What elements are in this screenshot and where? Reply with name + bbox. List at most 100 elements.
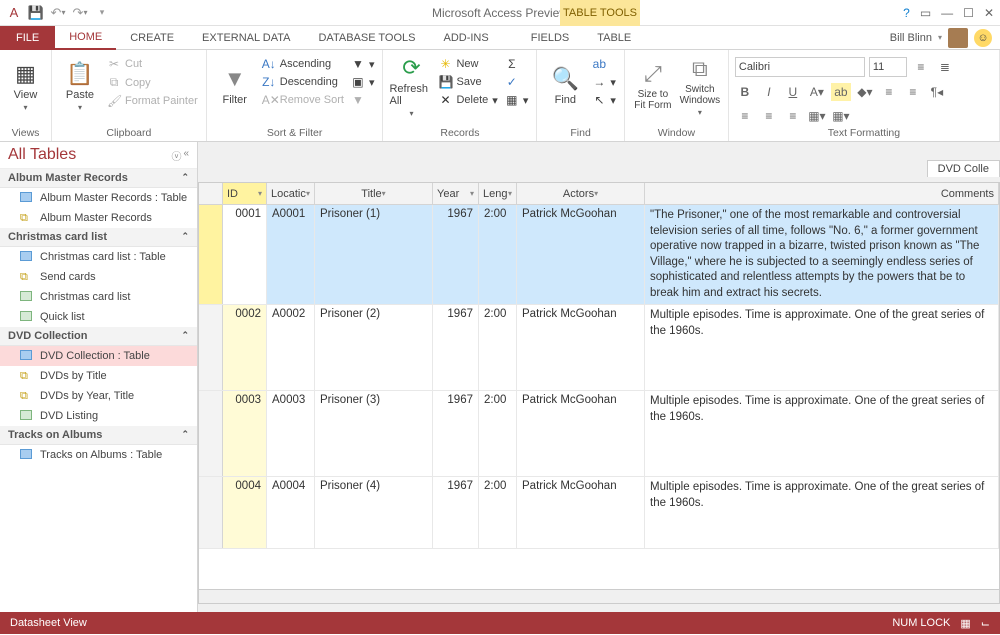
cell-actors[interactable]: Patrick McGoohan bbox=[517, 477, 645, 548]
col-id[interactable]: ID▾ bbox=[223, 183, 267, 204]
maximize-icon[interactable]: ☐ bbox=[963, 6, 974, 20]
nav-item[interactable]: Album Master Records : Table bbox=[0, 188, 197, 208]
align-left-button[interactable]: ≡ bbox=[735, 107, 755, 125]
col-year[interactable]: Year▾ bbox=[433, 183, 479, 204]
cell-comments[interactable]: Multiple episodes. Time is approximate. … bbox=[645, 391, 999, 476]
refresh-all-button[interactable]: ⟳Refresh All bbox=[389, 53, 433, 119]
cell-actors[interactable]: Patrick McGoohan bbox=[517, 305, 645, 390]
nav-item[interactable]: Christmas card list : Table bbox=[0, 247, 197, 267]
cell-location[interactable]: A0001 bbox=[267, 205, 315, 304]
nav-item[interactable]: ⧉Send cards bbox=[0, 267, 197, 287]
select-button[interactable]: ↖▾ bbox=[590, 92, 618, 108]
col-length[interactable]: Leng▾ bbox=[479, 183, 517, 204]
ribbon-options-icon[interactable]: ▭ bbox=[920, 6, 931, 20]
highlight-button[interactable]: ab bbox=[831, 83, 851, 101]
cell-id[interactable]: 0001 bbox=[223, 205, 267, 304]
col-actors[interactable]: Actors▾ bbox=[517, 183, 645, 204]
cell-length[interactable]: 2:00 bbox=[479, 391, 517, 476]
datasheet-grid[interactable]: ID▾ Locatic▾ Title▾ Year▾ Leng▾ Actors▾ … bbox=[198, 182, 1000, 604]
nav-group-header[interactable]: Album Master Records⌃ bbox=[0, 169, 197, 188]
col-title[interactable]: Title▾ bbox=[315, 183, 433, 204]
user-name[interactable]: Bill Blinn bbox=[890, 32, 932, 44]
nav-item[interactable]: ⧉DVDs by Title bbox=[0, 366, 197, 386]
access-app-icon[interactable]: A bbox=[4, 3, 24, 23]
tab-fields[interactable]: FIELDS bbox=[517, 26, 584, 50]
numbering-icon[interactable]: ≣ bbox=[935, 58, 955, 76]
tab-create[interactable]: CREATE bbox=[116, 26, 188, 50]
cell-title[interactable]: Prisoner (1) bbox=[315, 205, 433, 304]
minimize-icon[interactable]: — bbox=[941, 6, 953, 20]
cell-year[interactable]: 1967 bbox=[433, 305, 479, 390]
cell-title[interactable]: Prisoner (4) bbox=[315, 477, 433, 548]
switch-windows-button[interactable]: ⧉Switch Windows bbox=[678, 53, 722, 119]
tab-file[interactable]: FILE bbox=[0, 26, 55, 50]
increase-indent-button[interactable]: ≡ bbox=[903, 83, 923, 101]
view-design-icon[interactable]: ⌙ bbox=[981, 617, 990, 630]
cell-length[interactable]: 2:00 bbox=[479, 477, 517, 548]
decrease-indent-button[interactable]: ≡ bbox=[879, 83, 899, 101]
cell-year[interactable]: 1967 bbox=[433, 477, 479, 548]
row-selector[interactable] bbox=[199, 391, 223, 476]
cell-length[interactable]: 2:00 bbox=[479, 305, 517, 390]
alt-row-color-button[interactable]: ▦▾ bbox=[831, 107, 851, 125]
nav-collapse-icon[interactable]: « bbox=[183, 148, 189, 163]
nav-item[interactable]: ⧉DVDs by Year, Title bbox=[0, 386, 197, 406]
advanced-filter-button[interactable]: ▣▾ bbox=[349, 74, 377, 90]
table-row[interactable]: 0004A0004Prisoner (4)19672:00Patrick McG… bbox=[199, 477, 999, 549]
row-selector[interactable] bbox=[199, 477, 223, 548]
feedback-icon[interactable]: ☺ bbox=[974, 29, 992, 47]
cell-actors[interactable]: Patrick McGoohan bbox=[517, 205, 645, 304]
italic-button[interactable]: I bbox=[759, 83, 779, 101]
find-button[interactable]: 🔍Find bbox=[543, 53, 587, 119]
align-right-button[interactable]: ≡ bbox=[783, 107, 803, 125]
format-painter-button[interactable]: 🖌Format Painter bbox=[105, 93, 200, 109]
cell-title[interactable]: Prisoner (3) bbox=[315, 391, 433, 476]
table-row[interactable]: 0002A0002Prisoner (2)19672:00Patrick McG… bbox=[199, 305, 999, 391]
goto-button[interactable]: →▾ bbox=[590, 74, 618, 90]
cell-length[interactable]: 2:00 bbox=[479, 205, 517, 304]
cell-comments[interactable]: Multiple episodes. Time is approximate. … bbox=[645, 477, 999, 548]
bold-button[interactable]: B bbox=[735, 83, 755, 101]
font-name-select[interactable] bbox=[735, 57, 865, 77]
ltr-icon[interactable]: ¶◂ bbox=[927, 83, 947, 101]
selection-filter-button[interactable]: ▼▾ bbox=[349, 56, 377, 72]
close-icon[interactable]: ✕ bbox=[984, 6, 994, 20]
remove-sort-button[interactable]: A✕Remove Sort bbox=[260, 92, 346, 108]
col-location[interactable]: Locatic▾ bbox=[267, 183, 315, 204]
help-icon[interactable]: ? bbox=[903, 6, 910, 20]
save-record-button[interactable]: 💾Save bbox=[436, 74, 499, 90]
cell-location[interactable]: A0004 bbox=[267, 477, 315, 548]
font-color-button[interactable]: A▾ bbox=[807, 83, 827, 101]
underline-button[interactable]: U bbox=[783, 83, 803, 101]
redo-icon[interactable]: ↷▾ bbox=[70, 3, 90, 23]
more-records-button[interactable]: ▦▾ bbox=[503, 92, 531, 108]
nav-item[interactable]: DVD Listing bbox=[0, 406, 197, 426]
nav-header[interactable]: All Tables ⓥ « bbox=[0, 142, 197, 169]
tab-external-data[interactable]: EXTERNAL DATA bbox=[188, 26, 304, 50]
filter-button[interactable]: ▼Filter bbox=[213, 53, 257, 119]
spelling-button[interactable]: ✓ bbox=[503, 74, 531, 90]
table-row[interactable]: 0001A0001Prisoner (1)19672:00Patrick McG… bbox=[199, 205, 999, 305]
nav-item[interactable]: DVD Collection : Table bbox=[0, 346, 197, 366]
document-tab[interactable]: DVD Colle bbox=[927, 160, 1000, 177]
row-selector[interactable] bbox=[199, 305, 223, 390]
nav-item[interactable]: Christmas card list bbox=[0, 287, 197, 307]
font-size-select[interactable] bbox=[869, 57, 907, 77]
cell-year[interactable]: 1967 bbox=[433, 205, 479, 304]
copy-button[interactable]: ⧉Copy bbox=[105, 74, 200, 91]
view-button[interactable]: ▦View bbox=[6, 53, 45, 119]
ascending-button[interactable]: A↓Ascending bbox=[260, 56, 346, 72]
col-comments[interactable]: Comments bbox=[645, 183, 999, 204]
row-selector[interactable] bbox=[199, 205, 223, 304]
select-all-cell[interactable] bbox=[199, 183, 223, 204]
toggle-filter-button[interactable]: ▼ bbox=[349, 92, 377, 108]
cell-location[interactable]: A0002 bbox=[267, 305, 315, 390]
bullets-icon[interactable]: ≡ bbox=[911, 58, 931, 76]
gridlines-button[interactable]: ▦▾ bbox=[807, 107, 827, 125]
descending-button[interactable]: Z↓Descending bbox=[260, 74, 346, 90]
cell-id[interactable]: 0004 bbox=[223, 477, 267, 548]
new-record-button[interactable]: ✳New bbox=[436, 56, 499, 72]
tab-add-ins[interactable]: ADD-INS bbox=[429, 26, 502, 50]
nav-group-header[interactable]: Christmas card list⌃ bbox=[0, 228, 197, 247]
cell-title[interactable]: Prisoner (2) bbox=[315, 305, 433, 390]
